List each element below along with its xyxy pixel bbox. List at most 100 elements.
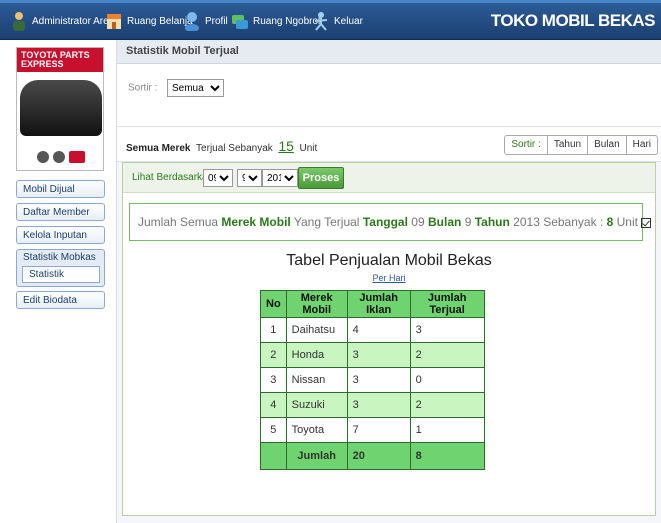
sort-select[interactable]: Semua (167, 79, 224, 97)
admin-user-icon (10, 11, 28, 31)
info-text: Yang Terjual (293, 215, 360, 229)
cell-iklan: 3 (346, 367, 411, 393)
cell-merek: Honda (285, 342, 348, 368)
col-header: Merek Mobil (285, 290, 348, 318)
info-text: Unit (616, 215, 638, 229)
info-text: Tahun (474, 215, 510, 229)
month-select[interactable]: 9 (237, 169, 262, 187)
table-footer-row: Jumlah 20 8 (260, 442, 485, 470)
sales-info-box: Jumlah Semua Merek Mobil Yang Terjual Ta… (129, 203, 652, 241)
top-strip (0, 0, 661, 3)
info-text: 09 (411, 215, 425, 229)
cell-empty (260, 442, 287, 470)
summary-text: Semua Merek Terjual Sebanyak 15 Unit (126, 138, 317, 154)
col-header: Jumlah Iklan (346, 290, 411, 318)
statistics-panel: Lihat Berdasarkan : 09 9 2013 Proses Jum… (122, 162, 656, 516)
sidebar-subitem-statistik[interactable]: Statistik (22, 266, 100, 283)
cell-terjual: 2 (409, 342, 485, 368)
info-text: Merek Mobil (221, 215, 291, 229)
cell-merek: Nissan (285, 367, 348, 393)
summary-label: Terjual Sebanyak (196, 143, 273, 154)
info-text: Bulan (428, 215, 462, 229)
col-header: No (260, 290, 287, 318)
cell-merek: Toyota (285, 417, 348, 443)
cell-terjual: 1 (409, 417, 485, 443)
badge-icon (37, 151, 49, 163)
profile-icon (183, 11, 201, 32)
sidebar-item-kelola-inputan[interactable]: Kelola Inputan (16, 226, 105, 244)
table-row: 2 Honda 3 2 (260, 342, 485, 368)
table-row: 4 Suzuki 3 2 (260, 392, 485, 418)
sidebar-item-daftar-member[interactable]: Daftar Member (16, 203, 105, 221)
sort-label: Sortir : (128, 82, 158, 94)
nav-ruang-ngobrol[interactable]: Ruang Ngobrol (231, 11, 320, 31)
cell-iklan: 7 (346, 417, 411, 443)
badge-icon (69, 151, 85, 163)
sales-table: No Merek Mobil Jumlah Iklan Jumlah Terju… (260, 290, 485, 470)
nav-label: Ruang Ngobrol (253, 15, 321, 27)
logout-icon (312, 11, 330, 31)
sort-row: Sortir : Semua (117, 64, 661, 127)
footer-terjual-total: 8 (409, 442, 485, 470)
cell-terjual: 0 (409, 367, 485, 393)
period-tabs: Sortir : Tahun Bulan Hari (504, 135, 658, 155)
sidebar-logo-banner: TOYOTA PARTS EXPRESS (16, 47, 104, 171)
table-row: 5 Toyota 7 1 (260, 417, 485, 443)
logo-badges (17, 144, 103, 170)
page-title: Statistik Mobil Terjual (117, 40, 661, 64)
cell-merek: Daihatsu (285, 317, 348, 343)
year-select[interactable]: 2013 (262, 169, 298, 187)
chat-icon (231, 11, 249, 31)
table-title: Tabel Penjualan Mobil Bekas (286, 252, 492, 269)
col-header: Jumlah Terjual (409, 290, 485, 318)
summary-merek: Semua Merek (126, 143, 191, 154)
nav-label: Profil (205, 15, 228, 27)
nav-administrator-area[interactable]: Administrator Area (10, 11, 114, 31)
nav-label: Keluar (334, 15, 363, 27)
tab-tahun[interactable]: Tahun (546, 136, 587, 154)
shop-icon (105, 11, 123, 31)
table-subtitle-link[interactable]: Per Hari (123, 273, 655, 283)
tab-bulan[interactable]: Bulan (587, 136, 626, 154)
nav-keluar[interactable]: Keluar (312, 11, 363, 31)
filter-bar: Lihat Berdasarkan : 09 9 2013 Proses (123, 163, 655, 193)
site-brand: TOKO MOBIL BEKAS (490, 11, 656, 30)
nav-label: Administrator Area (32, 15, 115, 27)
cell-no: 4 (260, 392, 287, 418)
summary-unit: Unit (299, 143, 318, 154)
footer-label: Jumlah (285, 442, 348, 470)
cell-no: 5 (260, 417, 287, 443)
cell-no: 3 (260, 367, 287, 393)
cell-iklan: 3 (346, 392, 411, 418)
info-text: 9 (464, 215, 472, 229)
logo-text: TOYOTA PARTS EXPRESS (17, 48, 103, 72)
cell-iklan: 3 (346, 342, 411, 368)
main-content: Statistik Mobil Terjual Sortir : Semua S… (116, 40, 661, 523)
table-row: 3 Nissan 3 0 (260, 367, 485, 393)
cell-terjual: 3 (409, 317, 485, 343)
cell-terjual: 2 (409, 392, 485, 418)
checkbox-icon[interactable] (641, 217, 652, 228)
summary-count: 15 (278, 138, 294, 154)
proses-button[interactable]: Proses (298, 167, 344, 189)
sidebar-item-edit-biodata[interactable]: Edit Biodata (16, 291, 105, 309)
info-count: 8 (606, 215, 614, 229)
car-image (20, 80, 102, 136)
summary-row: Semua Merek Terjual Sebanyak 15 Unit Sor… (117, 127, 661, 162)
info-text: 2013 Sebanyak : (513, 215, 604, 229)
cell-iklan: 4 (346, 317, 411, 343)
table-header-row: No Merek Mobil Jumlah Iklan Jumlah Terju… (260, 290, 485, 318)
sidebar-item-mobil-dijual[interactable]: Mobil Dijual (16, 180, 105, 198)
tab-sortir-label: Sortir : (511, 139, 541, 150)
tab-hari[interactable]: Hari (625, 136, 657, 154)
cell-no: 1 (260, 317, 287, 343)
sidebar-group-statistik-mobkas: Statistik Mobkas Statistik (16, 249, 105, 287)
day-select[interactable]: 09 (203, 169, 233, 187)
info-text: Tanggal (362, 215, 408, 229)
table-row: 1 Daihatsu 4 3 (260, 317, 485, 343)
nav-ruang-belanja[interactable]: Ruang Belanja (105, 11, 193, 31)
sidebar-item-statistik-mobkas[interactable]: Statistik Mobkas (17, 250, 104, 265)
footer-iklan-total: 20 (346, 442, 411, 470)
nav-profil[interactable]: Profil (183, 11, 228, 32)
cell-merek: Suzuki (285, 392, 348, 418)
